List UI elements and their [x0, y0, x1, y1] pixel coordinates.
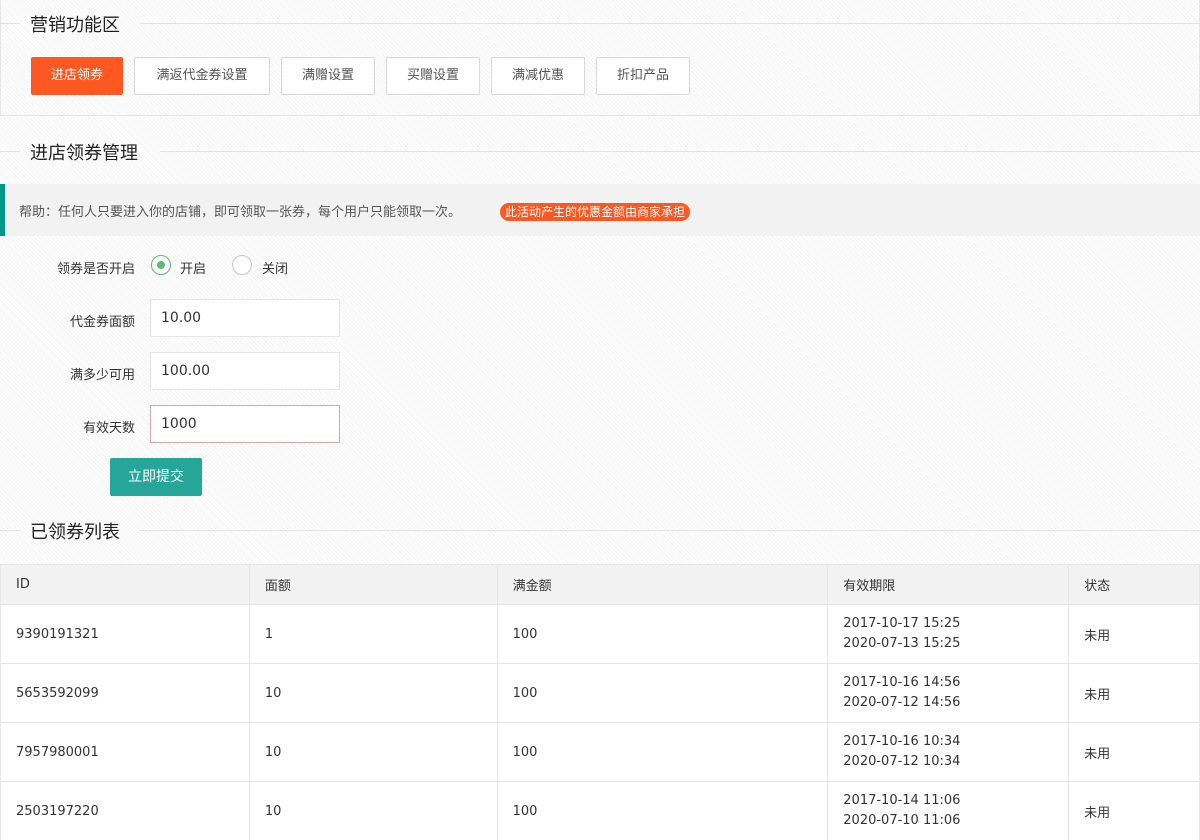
- tab-coupon-on-entry[interactable]: 进店领券: [31, 57, 123, 95]
- radio-enable-on[interactable]: [151, 255, 171, 275]
- cell-face: 1: [248, 604, 498, 664]
- validity-start: 2017-10-16 10:34: [843, 734, 961, 749]
- cell-validity: 2017-10-16 10:34 2020-07-12 10:34: [827, 722, 1070, 782]
- list-line-right: [140, 530, 1200, 531]
- valid-days-input[interactable]: [150, 405, 340, 443]
- table-row: 2503197220 10 100 2017-10-14 11:06 2020-…: [0, 781, 1200, 840]
- tab-cashback-voucher-settings[interactable]: 满返代金券设置: [134, 57, 270, 95]
- cell-face: 10: [248, 663, 498, 723]
- cell-min: 100: [496, 781, 829, 840]
- management-line-right: [160, 151, 1200, 152]
- cell-status: 未用: [1068, 722, 1200, 782]
- radio-enable-off[interactable]: [232, 255, 252, 275]
- cell-validity: 2017-10-14 11:06 2020-07-10 11:06: [827, 781, 1070, 840]
- management-line-left: [0, 151, 20, 152]
- radio-enable-on-label[interactable]: 开启: [180, 258, 206, 277]
- face-value-input[interactable]: [150, 299, 340, 337]
- coupon-table: ID 面额 满金额 有效期限 状态 9390191321 1 100 2017-…: [0, 564, 1200, 840]
- management-title: 进店领券管理: [30, 143, 138, 164]
- enable-label: 领券是否开启: [56, 262, 135, 277]
- cell-id: 7957980001: [0, 722, 250, 782]
- coupon-list-title: 已领券列表: [30, 522, 120, 543]
- validity-end: 2020-07-12 10:34: [843, 754, 961, 769]
- cell-status: 未用: [1068, 604, 1200, 664]
- validity-end: 2020-07-10 11:06: [843, 813, 961, 828]
- legend-line-right: [140, 23, 1200, 24]
- cell-status: 未用: [1068, 781, 1200, 840]
- validity-end: 2020-07-13 15:25: [843, 636, 961, 651]
- cell-id: 5653592099: [0, 663, 250, 723]
- tab-discount-products[interactable]: 折扣产品: [596, 57, 690, 95]
- help-bar: 帮助：任何人只要进入你的店铺，即可领取一张券，每个用户只能领取一次。 此活动产生…: [0, 184, 1200, 236]
- cell-min: 100: [496, 722, 829, 782]
- tab-buy-gift-settings[interactable]: 买赠设置: [386, 57, 480, 95]
- cell-id: 9390191321: [0, 604, 250, 664]
- help-badge: 此活动产生的优惠金额由商家承担: [500, 203, 691, 221]
- min-amount-label: 满多少可用: [69, 368, 135, 383]
- cell-status: 未用: [1068, 663, 1200, 723]
- column-header-id: ID: [0, 564, 250, 605]
- submit-button[interactable]: 立即提交: [110, 458, 202, 496]
- list-line-left: [0, 530, 20, 531]
- cell-validity: 2017-10-16 14:56 2020-07-12 14:56: [827, 663, 1070, 723]
- validity-end: 2020-07-12 14:56: [843, 695, 961, 710]
- validity-start: 2017-10-16 14:56: [843, 675, 961, 690]
- tab-spend-discount[interactable]: 满减优惠: [491, 57, 585, 95]
- marketing-title: 营销功能区: [30, 15, 120, 36]
- help-text: 帮助：任何人只要进入你的店铺，即可领取一张券，每个用户只能领取一次。: [19, 205, 462, 220]
- valid-days-label: 有效天数: [82, 421, 135, 436]
- cell-id: 2503197220: [0, 781, 250, 840]
- min-amount-input[interactable]: [150, 352, 340, 390]
- table-row: 9390191321 1 100 2017-10-17 15:25 2020-0…: [0, 604, 1200, 664]
- table-header-row: ID 面额 满金额 有效期限 状态: [0, 564, 1200, 605]
- cell-face: 10: [248, 722, 498, 782]
- tab-gift-on-spend-settings[interactable]: 满赠设置: [281, 57, 375, 95]
- legend-line-left: [0, 23, 20, 24]
- column-header-min: 满金额: [496, 564, 829, 605]
- validity-start: 2017-10-14 11:06: [843, 793, 961, 808]
- cell-face: 10: [248, 781, 498, 840]
- face-value-label: 代金券面额: [69, 315, 135, 330]
- cell-validity: 2017-10-17 15:25 2020-07-13 15:25: [827, 604, 1070, 664]
- radio-enable-off-label[interactable]: 关闭: [262, 258, 288, 277]
- column-header-validity: 有效期限: [827, 564, 1070, 605]
- cell-min: 100: [496, 604, 829, 664]
- table-row: 7957980001 10 100 2017-10-16 10:34 2020-…: [0, 722, 1200, 782]
- cell-min: 100: [496, 663, 829, 723]
- validity-start: 2017-10-17 15:25: [843, 616, 961, 631]
- column-header-face: 面额: [248, 564, 498, 605]
- table-row: 5653592099 10 100 2017-10-16 14:56 2020-…: [0, 663, 1200, 723]
- column-header-status: 状态: [1068, 564, 1200, 605]
